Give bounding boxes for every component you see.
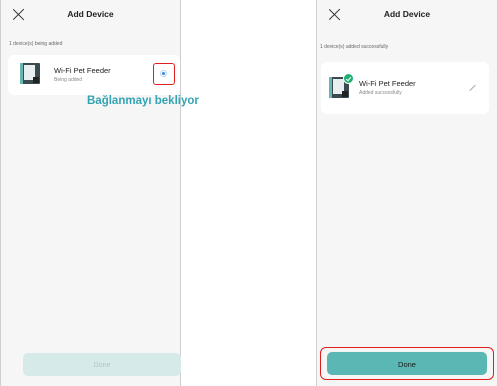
device-name: Wi-Fi Pet Feeder <box>54 66 111 75</box>
device-card: Wi-Fi Pet Feeder Added successfully <box>321 62 489 114</box>
success-status: 1 device(s) added successfully <box>320 44 389 50</box>
device-name: Wi-Fi Pet Feeder <box>359 79 416 88</box>
page-title: Add Device <box>67 9 114 19</box>
done-button[interactable]: Done <box>327 352 487 375</box>
done-button-disabled[interactable]: Done <box>23 353 181 376</box>
right-screen: Add Device 1 device(s) added successfull… <box>316 0 498 386</box>
adding-status: 1 device(s) being added <box>9 41 63 47</box>
spinner-highlight <box>153 63 175 85</box>
device-status: Added successfully <box>359 90 402 96</box>
page-title: Add Device <box>383 9 431 19</box>
left-screen: Add Device 1 device(s) being added Wi-Fi… <box>0 0 181 386</box>
top-bar: Add Device <box>1 0 180 30</box>
waiting-caption: Bağlanmayı bekliyor <box>87 95 199 107</box>
loading-spinner-icon <box>160 70 167 77</box>
device-status: Being added <box>54 77 83 83</box>
pet-feeder-device-image <box>20 63 40 84</box>
check-badge-icon <box>343 73 354 84</box>
top-bar: Add Device <box>317 0 497 30</box>
